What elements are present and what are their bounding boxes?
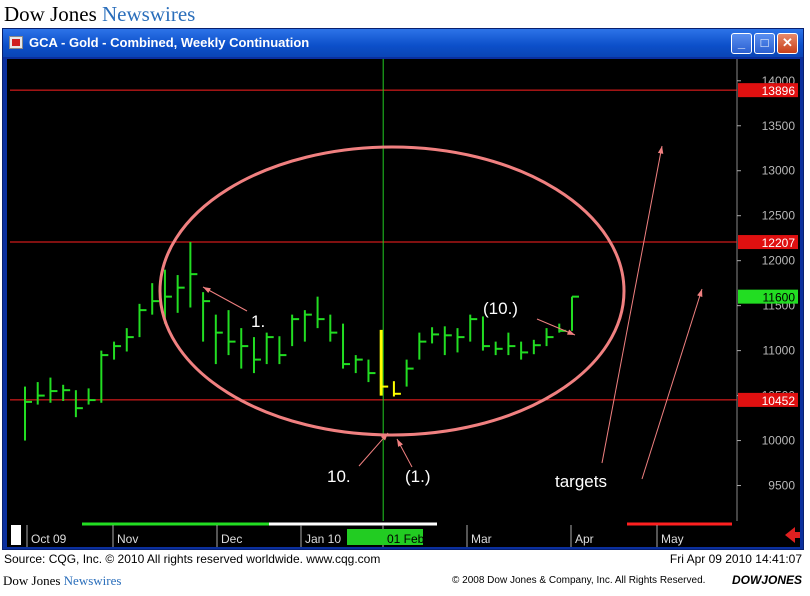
y-tick-label: 13000 — [762, 164, 796, 178]
maximize-button[interactable]: □ — [754, 33, 775, 54]
footer-datetime: Fri Apr 09 2010 14:41:07 — [669, 552, 802, 566]
y-tick-label: 13500 — [762, 119, 796, 133]
annotation-label-10-paren: (10.) — [483, 299, 518, 318]
footer-copyright: © 2008 Dow Jones & Company, Inc. All Rig… — [452, 575, 706, 586]
chart-background — [7, 59, 800, 547]
y-tick-label: 9500 — [768, 479, 795, 493]
footer-source: Source: CQG, Inc. © 2010 All rights rese… — [4, 552, 381, 566]
y-tick-label: 11000 — [763, 344, 796, 358]
y-tick-label: 10000 — [762, 434, 796, 448]
level-label: 13896 — [762, 84, 796, 98]
x-tick-label: Jan 10 — [305, 532, 341, 546]
x-tick-label: May — [661, 532, 684, 546]
window-title: GCA - Gold - Combined, Weekly Continuati… — [29, 35, 310, 50]
window-titlebar[interactable]: GCA - Gold - Combined, Weekly Continuati… — [3, 29, 803, 57]
brand-dowjones: Dow Jones — [4, 2, 97, 26]
x-tick-label: Dec — [221, 532, 242, 546]
footer-brand-newswires: Newswires — [63, 573, 122, 588]
brand-logo: Dow Jones Newswires — [4, 2, 195, 27]
footer-dowjones-logo: DOWJONES — [731, 573, 802, 587]
annotation-label-targets: targets — [555, 472, 607, 491]
x-tick-label: Nov — [117, 532, 138, 546]
x-axis-scroll-marker — [11, 525, 21, 545]
y-tick-label: 12500 — [762, 209, 796, 223]
x-tick-label: 01 Feb 10 — [387, 532, 441, 546]
last-price-label: 11600 — [763, 291, 796, 305]
level-label: 12207 — [762, 236, 796, 250]
x-tick-label: Mar — [471, 532, 492, 546]
chart-area[interactable]: 9500100001050011000115001200012500130001… — [7, 59, 800, 547]
close-button[interactable]: ✕ — [777, 33, 798, 54]
brand-newswires: Newswires — [102, 2, 196, 26]
y-tick-label: 12000 — [762, 254, 796, 268]
minimize-button[interactable]: _ — [731, 33, 752, 54]
x-tick-label: Oct 09 — [31, 532, 67, 546]
level-label: 10452 — [762, 394, 796, 408]
app-icon — [9, 36, 23, 49]
annotation-label-1-paren: (1.) — [405, 467, 431, 486]
footer-brand: Dow Jones Newswires — [3, 573, 121, 589]
chart-window: GCA - Gold - Combined, Weekly Continuati… — [2, 28, 804, 550]
price-chart: 9500100001050011000115001200012500130001… — [7, 59, 800, 547]
footer-brand-dowjones: Dow Jones — [3, 573, 61, 588]
annotation-label-1: 1. — [251, 312, 265, 331]
x-tick-label: Apr — [575, 532, 594, 546]
annotation-label-10: 10. — [327, 467, 351, 486]
